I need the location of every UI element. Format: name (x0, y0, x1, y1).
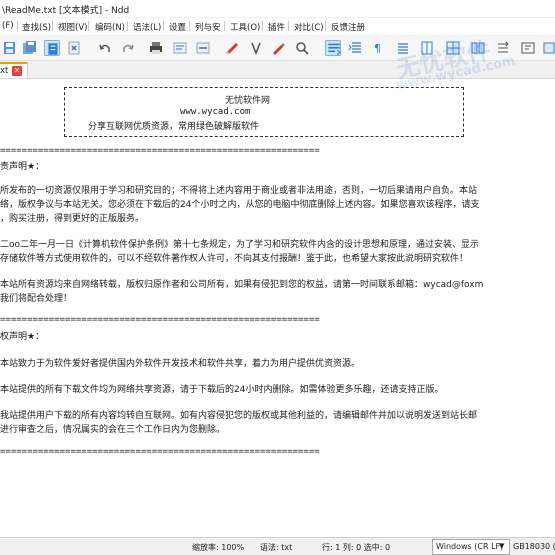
menu-search[interactable]: 查找(S) (22, 21, 51, 33)
menu-separator (189, 21, 190, 31)
banner-right-border (463, 87, 464, 137)
menu-separator (224, 21, 225, 31)
menu-plugins[interactable]: 插件 (268, 21, 285, 33)
status-bar: 缩放率: 100% 语法: txt 行: 1 列: 0 选中: 0 Window… (0, 537, 555, 555)
separator-line: ========================================… (0, 315, 320, 325)
text-line: 我们将配合处理！ (0, 294, 73, 304)
menu-tools[interactable]: 工具(O) (230, 21, 260, 33)
save-icon[interactable] (2, 40, 18, 56)
format-icon[interactable] (248, 40, 264, 56)
menu-language[interactable]: 语法(L) (133, 21, 161, 33)
banner-title: 无忧软件网 (225, 96, 271, 106)
text-line: 所发布的一切资源仅限用于学习和研究目的；不得将上述内容用于商业或者非法用途，否则… (0, 186, 478, 196)
print-icon[interactable] (148, 40, 164, 56)
menu-view[interactable]: 视图(V) (58, 21, 87, 33)
text-line: 进行审查之后，情况属实的会在三个工作日内为您删除。 (0, 425, 226, 435)
close-file-icon[interactable] (66, 40, 82, 56)
editor[interactable]: 无忧软件网 www.wycad.com 分享互联网优质资源，常用绿色破解版软件 … (0, 79, 555, 537)
eol-value: Windows (CR LF) (436, 542, 504, 551)
banner-left-border (64, 87, 65, 137)
menu-separator (88, 21, 89, 31)
section-heading-disclaimer: 责声明★： (0, 162, 45, 172)
menu-separator (127, 21, 128, 31)
eol-select[interactable]: Windows (CR LF) ▼ (432, 539, 510, 555)
banner-slogan: 分享互联网优质资源，常用绿色破解版软件 (88, 122, 260, 132)
separator-line: ========================================… (0, 447, 320, 457)
menu-bar: (F) 查找(S) 视图(V) 编码(N) 语法(L) 设置 列与安 工具(O)… (0, 18, 555, 34)
tab-label: xt (0, 66, 9, 76)
menu-separator (325, 21, 326, 31)
bookmark-icon[interactable] (224, 40, 240, 56)
hex-view-icon[interactable] (520, 40, 536, 56)
text-line: 络，版权争议与本站无关。您必须在下载后的24个小时之内，从您的电脑中彻底删除上述… (0, 200, 480, 210)
banner-url: www.wycad.com (180, 107, 251, 117)
menu-separator (17, 21, 18, 31)
chevron-down-icon: ▼ (499, 542, 505, 550)
text-line: 我站提供用户下载的所有内容均转自互联网。如有内容侵犯您的版权或其他利益的，请编辑… (0, 411, 478, 421)
window-title: \ReadMe.txt [文本模式] - Ndd (2, 6, 130, 16)
menu-file[interactable]: (F) (2, 21, 14, 31)
redo-icon[interactable] (120, 40, 136, 56)
text-line: 二oo二年一月一日《计算机软件保护条例》第十七条规定，为了学习和研究软件内含的设… (0, 240, 480, 250)
menu-separator (52, 21, 53, 31)
menu-settings[interactable]: 设置 (169, 21, 186, 33)
replace-icon[interactable] (195, 40, 211, 56)
text-mode-icon[interactable] (44, 40, 60, 56)
cursor-position: 行: 1 列: 0 选中: 0 (322, 543, 391, 552)
more-icon[interactable] (542, 40, 555, 56)
zoom-icon[interactable] (294, 40, 310, 56)
undo-icon[interactable] (97, 40, 113, 56)
text-line: 本站所有资源均来自网络转载，版权归原作者和公司所有，如果有侵犯到您的权益，请第一… (0, 280, 484, 290)
banner-bottom-border (64, 136, 464, 137)
menu-separator (262, 21, 263, 31)
wrap-icon[interactable] (325, 40, 341, 56)
title-bar: \ReadMe.txt [文本模式] - Ndd (0, 0, 555, 18)
menu-feedback[interactable]: 反馈注册 (331, 21, 365, 33)
text-line: 存储软件等方式使用软件的，可以不经软件著作权人许可，不向其支付报酬！鉴于此，也希… (0, 254, 469, 264)
find-icon[interactable] (172, 40, 188, 56)
menu-separator (163, 21, 164, 31)
indent-icon[interactable] (347, 40, 363, 56)
close-icon[interactable]: ✕ (12, 66, 22, 76)
tab-readme[interactable]: xt ✕ (0, 62, 28, 78)
pen-icon[interactable] (270, 40, 286, 56)
svg-text:¶: ¶ (374, 42, 381, 55)
text-line: ，购买注册，得到更好的正版服务。 (0, 214, 145, 224)
separator-line: ========================================… (0, 146, 320, 156)
zoom-status: 缩放率: 100% (192, 543, 245, 552)
save-all-icon[interactable] (22, 40, 38, 56)
text-line: 本站提供的所有下载文件均为网络共享资源，请于下载后的24小时内删除。如需体验更多… (0, 385, 444, 395)
section-heading-copyright: 权声明★： (0, 332, 45, 342)
encoding-status[interactable]: GB18030 (I (513, 542, 555, 551)
text-line: 本站致力于为软件爱好者提供国内外软件开发技术和软件共享，着力为用户提供优资资源。 (0, 359, 361, 369)
menu-column[interactable]: 列与安 (195, 21, 221, 33)
syntax-status: 语法: txt (260, 543, 293, 552)
menu-compare[interactable]: 对比(C) (294, 21, 324, 33)
show-symbols-icon[interactable]: ¶ (371, 40, 387, 56)
menu-encoding[interactable]: 编码(N) (95, 21, 125, 33)
menu-separator (288, 21, 289, 31)
